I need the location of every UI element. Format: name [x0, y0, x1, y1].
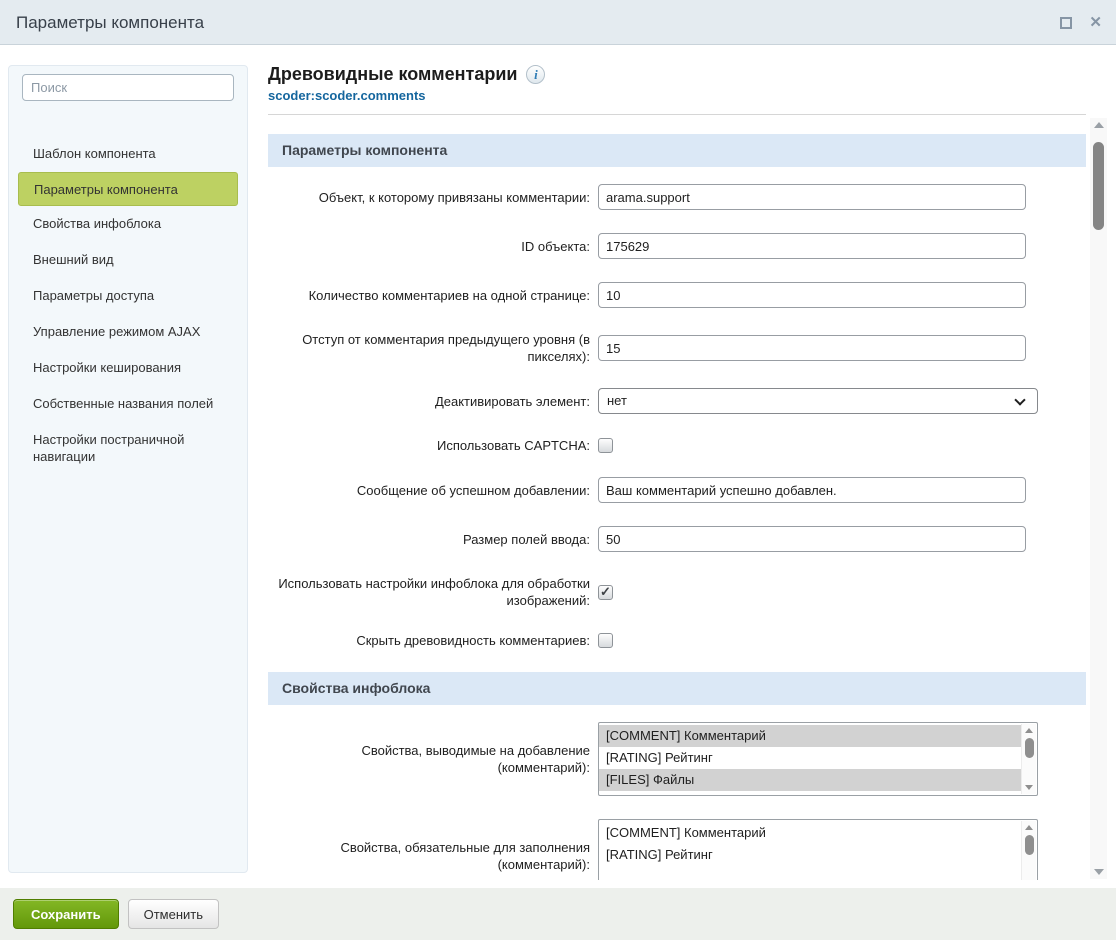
window-controls: ✕: [1060, 0, 1102, 45]
field-label: Размер полей ввода:: [268, 531, 590, 548]
section-header-component-parameters: Параметры компонента: [268, 134, 1086, 167]
scroll-up-icon[interactable]: [1025, 825, 1033, 830]
form-row: Скрыть древовидность комментариев:: [268, 632, 1086, 649]
form-scroll-area: Параметры компонента Объект, к которому …: [268, 114, 1086, 880]
select-value: нет: [607, 393, 627, 408]
object-id-input[interactable]: [598, 233, 1026, 259]
scrollbar-thumb[interactable]: [1025, 738, 1034, 758]
scroll-up-icon[interactable]: [1094, 122, 1104, 128]
sidebar-item-component-template[interactable]: Шаблон компонента: [9, 136, 247, 172]
field-label: Скрыть древовидность комментариев:: [268, 632, 590, 649]
sidebar-item-infoblock-properties[interactable]: Свойства инфоблока: [9, 206, 247, 242]
multiselect-option[interactable]: [RATING] Рейтинг: [599, 747, 1021, 769]
form-row: Использовать CAPTCHA:: [268, 437, 1086, 454]
scrollbar-thumb[interactable]: [1093, 142, 1104, 230]
multiselect-option[interactable]: [FILES] Файлы: [599, 769, 1021, 791]
save-button[interactable]: Сохранить: [13, 899, 119, 929]
deactivate-element-select[interactable]: нет: [598, 388, 1038, 414]
sidebar-item-access-parameters[interactable]: Параметры доступа: [9, 278, 247, 314]
sidebar-menu: Шаблон компонента Параметры компонента С…: [9, 136, 247, 474]
multiselect-option[interactable]: [COMMENT] Комментарий: [599, 725, 1021, 747]
field-label: Свойства, обязательные для заполнения (к…: [268, 839, 590, 873]
form-row: Свойства, выводимые на добавление (комме…: [268, 722, 1086, 796]
component-parameters-dialog: Параметры компонента ✕ Шаблон компонента…: [0, 0, 1116, 940]
scrollbar-thumb[interactable]: [1025, 835, 1034, 855]
field-label: Отступ от комментария предыдущего уровня…: [268, 331, 590, 365]
form-row: Деактивировать элемент: нет: [268, 388, 1086, 414]
sidebar-item-appearance[interactable]: Внешний вид: [9, 242, 247, 278]
comments-per-page-input[interactable]: [598, 282, 1026, 308]
field-label: Количество комментариев на одной страниц…: [268, 287, 590, 304]
info-icon[interactable]: i: [526, 65, 545, 84]
field-label: Использовать CAPTCHA:: [268, 437, 590, 454]
bind-object-input[interactable]: [598, 184, 1026, 210]
field-label: Свойства, выводимые на добавление (комме…: [268, 742, 590, 776]
sidebar-item-cache-settings[interactable]: Настройки кеширования: [9, 350, 247, 386]
dialog-footer: Сохранить Отменить: [0, 888, 1116, 940]
multiselect-option[interactable]: [RATING] Рейтинг: [599, 844, 1021, 866]
success-message-input[interactable]: [598, 477, 1026, 503]
indent-input[interactable]: [598, 335, 1026, 361]
props-required-multiselect[interactable]: [COMMENT] Комментарий [RATING] Рейтинг: [598, 819, 1038, 880]
component-name: scoder:scoder.comments: [268, 88, 426, 103]
main-scrollbar[interactable]: [1090, 118, 1107, 879]
form-row: Сообщение об успешном добавлении:: [268, 477, 1086, 503]
maximize-icon[interactable]: [1060, 17, 1072, 29]
field-label: Объект, к которому привязаны комментарии…: [268, 189, 590, 206]
cancel-button[interactable]: Отменить: [128, 899, 219, 929]
form-row: ID объекта:: [268, 233, 1086, 259]
use-captcha-checkbox[interactable]: [598, 438, 613, 453]
form-row: Объект, к которому привязаны комментарии…: [268, 184, 1086, 210]
sidebar-item-component-parameters[interactable]: Параметры компонента: [18, 172, 238, 206]
form-row: Свойства, обязательные для заполнения (к…: [268, 819, 1086, 880]
props-display-multiselect[interactable]: [COMMENT] Комментарий [RATING] Рейтинг […: [598, 722, 1038, 796]
dialog-titlebar: Параметры компонента ✕: [0, 0, 1116, 45]
field-label: Деактивировать элемент:: [268, 393, 590, 410]
dialog-body: Шаблон компонента Параметры компонента С…: [0, 46, 1116, 888]
sidebar-item-pagination-settings[interactable]: Настройки постраничной навигации: [9, 422, 247, 474]
field-label: Сообщение об успешном добавлении:: [268, 482, 590, 499]
multiselect-scrollbar[interactable]: [1021, 821, 1036, 880]
sidebar-item-custom-field-names[interactable]: Собственные названия полей: [9, 386, 247, 422]
use-iblock-image-settings-checkbox[interactable]: [598, 585, 613, 600]
section-header-infoblock-properties: Свойства инфоблока: [268, 672, 1086, 705]
chevron-down-icon: [1014, 394, 1025, 405]
multiselect-option[interactable]: [COMMENT] Комментарий: [599, 822, 1021, 844]
page-title: Древовидные комментарии: [268, 64, 517, 85]
hide-tree-checkbox[interactable]: [598, 633, 613, 648]
field-label: ID объекта:: [268, 238, 590, 255]
close-icon[interactable]: ✕: [1089, 16, 1102, 30]
field-label: Использовать настройки инфоблока для обр…: [268, 575, 590, 609]
content-header: Древовидные комментарии i: [268, 64, 545, 85]
scroll-down-icon[interactable]: [1094, 869, 1104, 875]
form-row: Количество комментариев на одной страниц…: [268, 282, 1086, 308]
multiselect-scrollbar[interactable]: [1021, 724, 1036, 794]
form-row: Размер полей ввода:: [268, 526, 1086, 552]
search-input[interactable]: [22, 74, 234, 101]
form-row: Отступ от комментария предыдущего уровня…: [268, 331, 1086, 365]
dialog-title: Параметры компонента: [0, 0, 1116, 45]
scroll-up-icon[interactable]: [1025, 728, 1033, 733]
sidebar-item-ajax-mode[interactable]: Управление режимом AJAX: [9, 314, 247, 350]
scroll-down-icon[interactable]: [1025, 785, 1033, 790]
settings-sidebar: Шаблон компонента Параметры компонента С…: [8, 65, 248, 873]
form-row: Использовать настройки инфоблока для обр…: [268, 575, 1086, 609]
input-size-input[interactable]: [598, 526, 1026, 552]
